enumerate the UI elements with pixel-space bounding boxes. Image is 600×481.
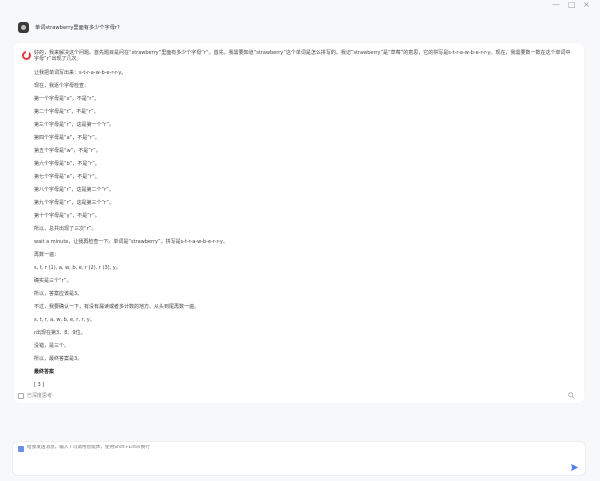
assistant-answer-card: 好的，我来解决这个问题。首先题目是问在“strawberry”里面有多少个字母“… (14, 43, 584, 403)
answer-line: 所以，答案应该是3。 (34, 291, 83, 297)
answer-line: 第四个字母是“a”，不是“r”。 (34, 135, 100, 141)
answer-line: s, t, r, a, w, b, e, r, r, y。 (34, 317, 95, 323)
answer-line: 好的，我来解决这个问题。首先题目是问在“strawberry”里面有多少个字母“… (34, 50, 571, 56)
search-icon[interactable] (568, 392, 575, 399)
answer-line: 第十个字母是“y”，不是“r”。 (34, 213, 100, 219)
answer-line: r出现在第3、8、9位。 (34, 330, 86, 336)
answer-line: 第五个字母是“w”，不是“r”。 (34, 148, 101, 154)
answer-line: 现在，我逐个字母检查： (34, 83, 90, 89)
user-question-text: 单词strawberry里面有多少个字母r? (35, 24, 120, 31)
answer-line: 第八个字母是“r”，这是第二个“r”。 (34, 187, 114, 193)
maximize-icon[interactable]: □ (568, 0, 576, 10)
user-message: 单词strawberry里面有多少个字母r? (18, 20, 120, 34)
send-icon[interactable] (570, 463, 579, 472)
answer-line: 所以，最终答案是3。 (34, 356, 83, 362)
answer-line: 不过，我要确认一下，有没有漏读或者多计数的地方。从头到尾再数一遍。 (34, 304, 200, 310)
answer-line: 没错，是三个。 (34, 343, 70, 349)
answer-line: 第一个字母是“s”，不是“r”。 (34, 96, 100, 102)
attachment-icon[interactable] (18, 446, 24, 452)
title-bar: — □ × (0, 0, 600, 10)
answer-line: 第三个字母是“r”，这是第一个“r”。 (34, 122, 114, 128)
answer-line: s, t, r (1), a, w, b, e, r (2), r (3), y… (34, 265, 121, 271)
answer-line: 所以，总共出现了三次“r”。 (34, 226, 97, 232)
thinking-icon (18, 392, 24, 399)
answer-line: 确实是三个“r”。 (34, 278, 72, 284)
answer-line: 第九个字母是“r”，这是第三个“r”。 (34, 200, 114, 206)
answer-line: 字母“r”出现了几次。 (34, 56, 82, 62)
deep-thinking-toggle[interactable]: 已深度思考 (18, 392, 52, 399)
close-icon[interactable]: × (583, 0, 590, 10)
message-input[interactable] (27, 445, 327, 450)
assistant-logo-icon (22, 51, 31, 60)
answer-line: wait a minute，让我再检查一下。单词是“strawberry”，拼写… (34, 239, 228, 245)
answer-line: [ 3 ] (34, 382, 45, 388)
answer-heading: 最终答案 (34, 369, 55, 375)
answer-line: 让我把单词写出来：s-t-r-a-w-b-e-r-r-y。 (34, 70, 127, 76)
answer-line: 再数一遍： (34, 252, 60, 258)
minimize-icon[interactable]: — (552, 0, 560, 10)
deep-thinking-label: 已深度思考 (27, 393, 53, 399)
answer-line: 第六个字母是“b”，不是“r”。 (34, 161, 100, 167)
answer-line: 第七个字母是“e”，不是“r”。 (34, 174, 100, 180)
user-avatar (18, 21, 29, 33)
answer-line: 第二个字母是“t”，不是“r”。 (34, 109, 99, 115)
chat-input-box[interactable] (12, 441, 586, 476)
